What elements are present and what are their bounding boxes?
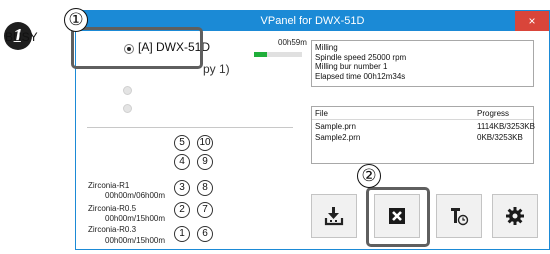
slot-button-3[interactable]: 3 (174, 180, 190, 196)
file-column-header[interactable]: File (315, 109, 328, 118)
slot-button-4[interactable]: 4 (174, 154, 190, 170)
queue-file-name[interactable]: Sample.prn (315, 122, 356, 131)
tool-timer-button[interactable] (436, 194, 482, 238)
header-divider (312, 119, 533, 120)
slot-button-6[interactable]: 6 (197, 226, 213, 242)
disc-name: Zirconia-R0.5 (88, 204, 137, 213)
slot-button-9[interactable]: 9 (197, 154, 213, 170)
slot-button-8[interactable]: 8 (197, 180, 213, 196)
milling-progress-bar (254, 52, 302, 57)
disc-time: 00h00m/06h00m (105, 191, 166, 200)
machine-copy-label: py 1) (203, 62, 230, 76)
callout-number-2: ② (357, 164, 381, 188)
busy-status-label: BUSY (5, 30, 38, 44)
status-line: Milling (315, 43, 338, 52)
disc-time: 00h00m/15h00m (105, 214, 166, 223)
output-button[interactable] (311, 194, 357, 238)
file-queue-list[interactable]: File Progress Sample.prn 1114KB/3253KB S… (311, 106, 535, 164)
machine-radio-empty[interactable] (123, 86, 132, 95)
output-icon (312, 195, 356, 237)
slot-button-7[interactable]: 7 (197, 202, 213, 218)
callout-highlight-machine (71, 27, 203, 69)
queue-file-name[interactable]: Sample2.prn (315, 133, 360, 142)
disc-name: Zirconia-R0.3 (88, 225, 137, 234)
callout-highlight-stop (366, 187, 430, 247)
slot-button-2[interactable]: 2 (174, 202, 190, 218)
close-button[interactable]: × (515, 11, 549, 31)
queue-file-progress: 1114KB/3253KB (477, 122, 535, 131)
queue-file-progress: 0KB/3253KB (477, 133, 523, 142)
status-info-box: Milling Spindle speed 25000 rpm Milling … (311, 40, 534, 87)
status-line: Spindle speed 25000 rpm (315, 52, 407, 62)
callout-number-1: ① (64, 8, 88, 32)
disc-name: Zirconia-R1 (88, 181, 130, 190)
slot-button-10[interactable]: 10 (197, 135, 213, 151)
machine-radio-empty[interactable] (123, 104, 132, 113)
progress-column-header[interactable]: Progress (477, 109, 509, 118)
settings-button[interactable] (492, 194, 538, 238)
status-line: Elapsed time 00h12m34s (315, 71, 406, 81)
settings-icon (493, 195, 537, 237)
tool-timer-icon (437, 195, 481, 237)
milling-progress-fill (254, 52, 268, 57)
slot-button-1[interactable]: 1 (174, 226, 190, 242)
elapsed-time-short: 00h59m (278, 38, 307, 47)
slot-button-5[interactable]: 5 (174, 135, 190, 151)
status-line: Milling bur number 1 (315, 62, 388, 71)
disc-time: 00h00m/15h00m (105, 236, 166, 245)
panel-divider (87, 127, 293, 128)
